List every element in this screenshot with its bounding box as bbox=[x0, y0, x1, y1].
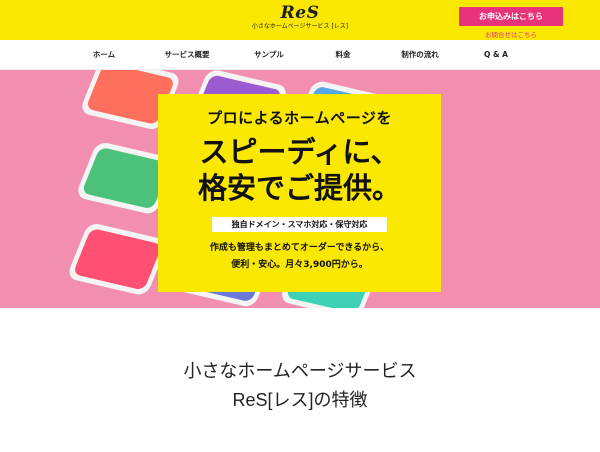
hero-banner: プロによるホームページを スピーディに、 格安でご提供。 独自ドメイン・スマホ対… bbox=[0, 70, 600, 308]
features-section-title-line2: ReS[レス]の特徴 bbox=[232, 390, 368, 410]
hero-subheadline: プロによるホームページを bbox=[207, 109, 392, 127]
feature-list: 独自ドメイン・スマホ対応・保守対応 bbox=[212, 217, 387, 232]
contact-link[interactable]: お問合せはこちら bbox=[485, 29, 537, 39]
nav-item-samples[interactable]: サンプル bbox=[254, 40, 284, 69]
hero-message-box: プロによるホームページを スピーディに、 格安でご提供。 独自ドメイン・スマホ対… bbox=[158, 94, 441, 292]
apply-button[interactable]: お申込みはこちら bbox=[459, 7, 563, 26]
nav-item-service-overview[interactable]: サービス概要 bbox=[165, 40, 210, 69]
hero-headline-line1: スピーディに、 bbox=[199, 135, 400, 169]
hero-description-line2: 便利・安心。月々3,900円から。 bbox=[231, 260, 368, 270]
main-nav: ホーム サービス概要 サンプル 料金 制作の流れ Q & A bbox=[0, 40, 600, 70]
nav-item-home[interactable]: ホーム bbox=[93, 40, 115, 69]
features-section-title-line1: 小さなホームページサービス bbox=[183, 361, 417, 381]
nav-item-qa[interactable]: Q & A bbox=[484, 40, 508, 69]
site-header: ReS 小さなホームページサービス [レス] お申込みはこちら お問合せはこちら bbox=[0, 0, 600, 40]
hero-headline-line2: 格安でご提供。 bbox=[197, 171, 401, 205]
nav-item-pricing[interactable]: 料金 bbox=[336, 40, 351, 69]
hero-description-line1: 作成も管理もまとめてオーダーできるから、 bbox=[209, 243, 390, 253]
phone-illustration bbox=[69, 223, 166, 295]
nav-item-workflow[interactable]: 制作の流れ bbox=[401, 40, 439, 69]
